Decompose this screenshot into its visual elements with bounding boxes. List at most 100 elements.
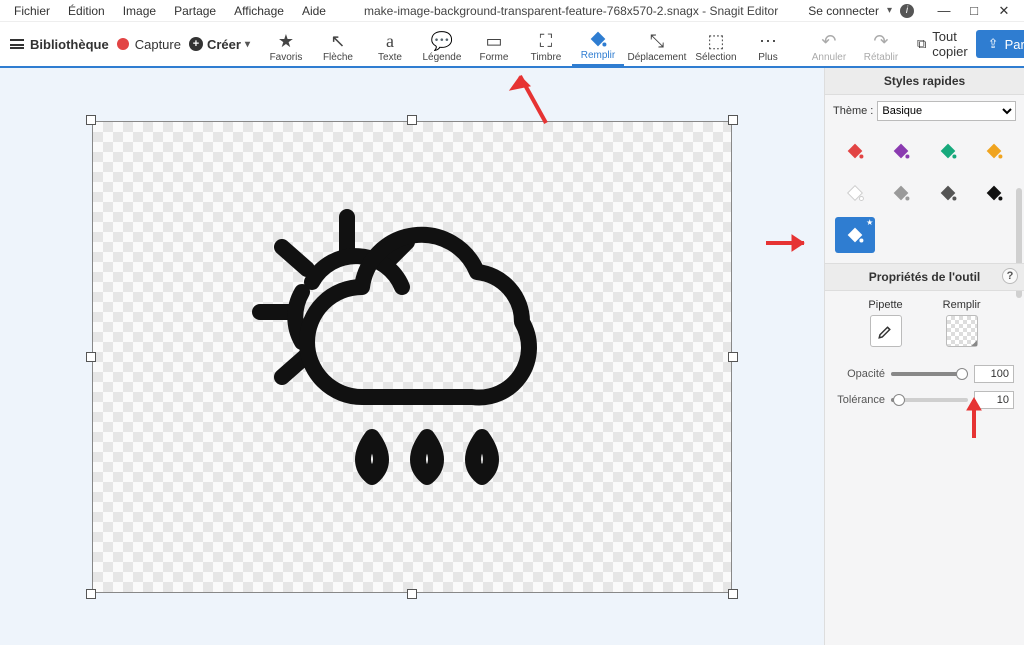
window-close-button[interactable]: ✕	[990, 1, 1018, 21]
copy-icon: ⧉	[917, 36, 926, 52]
resize-handle-e[interactable]	[728, 352, 738, 362]
tool-undo[interactable]: ↶Annuler	[803, 22, 855, 66]
resize-handle-w[interactable]	[86, 352, 96, 362]
tool-favorites-label: Favoris	[270, 52, 303, 63]
quick-styles-grid	[825, 127, 1024, 263]
style-transparent-selected[interactable]	[835, 217, 875, 253]
tool-stamp-label: Timbre	[531, 52, 562, 63]
menu-image[interactable]: Image	[115, 2, 164, 20]
document-title: make-image-background-transparent-featur…	[334, 4, 808, 18]
library-button[interactable]: Bibliothèque	[10, 37, 109, 52]
info-icon[interactable]: i	[900, 4, 914, 18]
tool-shape-label: Forme	[480, 52, 509, 63]
window-maximize-button[interactable]: □	[960, 1, 988, 21]
copy-all-button[interactable]: ⧉ Tout copier	[917, 29, 968, 59]
tool-callout[interactable]: 💬Légende	[416, 22, 468, 66]
tool-selection-label: Sélection	[695, 52, 736, 63]
style-orange[interactable]	[974, 133, 1014, 169]
tool-text[interactable]: aTexte	[364, 22, 416, 66]
tool-arrow-label: Flèche	[323, 52, 353, 63]
capture-label: Capture	[135, 37, 181, 52]
eyedropper-label: Pipette	[868, 299, 902, 311]
fill-label: Remplir	[943, 299, 981, 311]
eyedropper-tool[interactable]: Pipette	[868, 299, 902, 347]
selection-icon: ⬚	[707, 30, 724, 52]
resize-handle-se[interactable]	[728, 589, 738, 599]
tool-favorites[interactable]: ★Favoris	[260, 22, 312, 66]
menu-share[interactable]: Partage	[166, 2, 224, 20]
share-button[interactable]: ⇪ Partage	[976, 30, 1024, 58]
style-green[interactable]	[928, 133, 968, 169]
stamp-icon: ⛶	[540, 30, 553, 52]
hamburger-icon	[10, 39, 24, 49]
window-minimize-button[interactable]: —	[930, 1, 958, 21]
redo-icon: ↷	[873, 30, 888, 52]
tool-shape[interactable]: ▭Forme	[468, 22, 520, 66]
tool-more-label: Plus	[758, 52, 777, 63]
capture-button[interactable]: Capture	[117, 37, 181, 52]
create-label: Créer	[207, 37, 241, 52]
opacity-value[interactable]: 100	[974, 365, 1014, 383]
tool-stamp[interactable]: ⛶Timbre	[520, 22, 572, 66]
tool-more[interactable]: ⋯Plus	[742, 22, 794, 66]
style-black[interactable]	[974, 175, 1014, 211]
tools-strip: ★Favoris ↖Flèche aTexte 💬Légende ▭Forme …	[260, 22, 907, 66]
tool-move[interactable]: ⤡Déplacement	[624, 22, 690, 66]
resize-handle-ne[interactable]	[728, 115, 738, 125]
help-icon[interactable]: ?	[1002, 268, 1018, 284]
side-panel: Styles rapides Thème : Basique Propriété…	[824, 68, 1024, 645]
undo-icon: ↶	[821, 30, 836, 52]
signin-link[interactable]: Se connecter	[808, 4, 879, 18]
opacity-label: Opacité	[835, 368, 885, 380]
tolerance-label: Tolérance	[835, 394, 885, 406]
canvas-area[interactable]	[0, 68, 824, 645]
star-icon: ★	[278, 30, 294, 52]
opacity-slider[interactable]	[891, 372, 968, 376]
arrow-icon: ↖	[330, 30, 345, 52]
resize-handle-nw[interactable]	[86, 115, 96, 125]
resize-handle-n[interactable]	[407, 115, 417, 125]
eyedropper-icon	[870, 315, 902, 347]
tool-arrow[interactable]: ↖Flèche	[312, 22, 364, 66]
style-purple[interactable]	[881, 133, 921, 169]
tool-selection[interactable]: ⬚Sélection	[690, 22, 742, 66]
menu-view[interactable]: Affichage	[226, 2, 292, 20]
tool-fill[interactable]: Remplir	[572, 22, 624, 66]
style-darkgray[interactable]	[928, 175, 968, 211]
fill-transparent-swatch[interactable]	[946, 315, 978, 347]
style-white[interactable]	[835, 175, 875, 211]
create-button[interactable]: + Créer ▾	[189, 37, 250, 52]
copy-all-label: Tout copier	[932, 29, 967, 59]
style-red[interactable]	[835, 133, 875, 169]
record-icon	[117, 38, 129, 50]
menu-edit[interactable]: Édition	[60, 2, 113, 20]
menu-help[interactable]: Aide	[294, 2, 334, 20]
tool-redo[interactable]: ↷Rétablir	[855, 22, 907, 66]
resize-handle-sw[interactable]	[86, 589, 96, 599]
shape-icon: ▭	[485, 30, 502, 52]
move-icon: ⤡	[650, 30, 664, 52]
tolerance-slider-row: Tolérance 10	[825, 387, 1024, 413]
tool-properties-header: Propriétés de l'outil ?	[825, 263, 1024, 291]
tool-move-label: Déplacement	[628, 52, 687, 63]
tolerance-slider[interactable]	[891, 398, 968, 402]
canvas-selection[interactable]	[86, 115, 738, 599]
theme-select[interactable]: Basique	[877, 101, 1016, 121]
menu-file[interactable]: Fichier	[6, 2, 58, 20]
annotation-arrow-quick-style	[764, 228, 814, 258]
weather-illustration	[252, 207, 572, 507]
style-lightgray[interactable]	[881, 175, 921, 211]
more-icon: ⋯	[759, 30, 777, 52]
text-icon: a	[386, 30, 394, 52]
theme-label: Thème :	[833, 105, 873, 117]
canvas-image[interactable]	[92, 121, 732, 593]
fill-color-picker[interactable]: Remplir	[943, 299, 981, 347]
resize-handle-s[interactable]	[407, 589, 417, 599]
bucket-icon	[587, 28, 609, 50]
tool-callout-label: Légende	[423, 52, 462, 63]
annotation-arrow-fill-tool	[506, 68, 556, 128]
signin-chevron-icon[interactable]: ▾	[887, 5, 892, 16]
library-label: Bibliothèque	[30, 37, 109, 52]
plus-icon: +	[189, 37, 203, 51]
share-icon: ⇪	[988, 36, 999, 52]
